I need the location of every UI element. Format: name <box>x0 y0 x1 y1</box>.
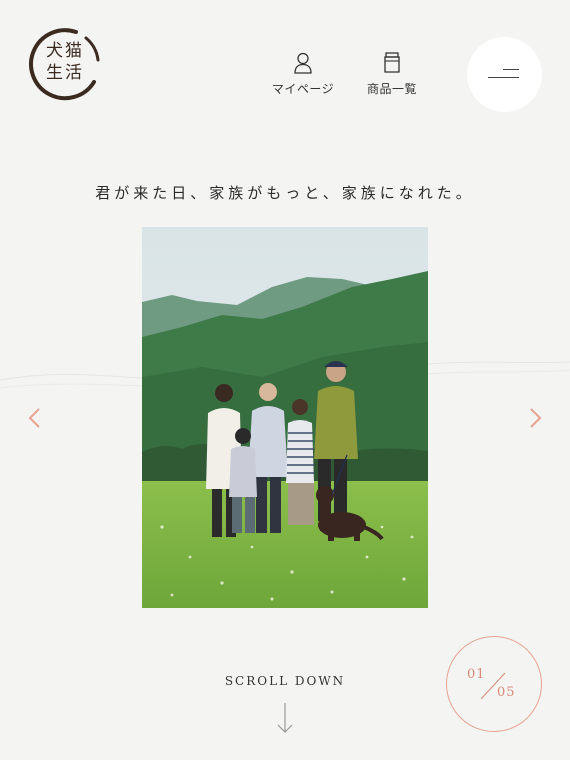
nav-products-label: 商品一覧 <box>366 82 417 96</box>
hamburger-menu-icon-line <box>488 77 519 78</box>
hamburger-menu-icon <box>503 69 519 70</box>
family-photo <box>142 227 428 608</box>
logo-text: 犬猫 生活 <box>40 40 90 84</box>
hero-tagline: 君が来た日、家族がもっと、家族になれた。 <box>95 184 475 202</box>
person-icon <box>294 52 312 74</box>
chevron-left-icon[interactable] <box>25 406 45 430</box>
nav-mypage[interactable]: マイページ <box>266 52 340 97</box>
jar-icon <box>384 52 400 73</box>
nav-mypage-label: マイページ <box>271 82 335 96</box>
arrow-down-icon[interactable] <box>276 702 294 734</box>
chevron-right-icon[interactable] <box>525 406 545 430</box>
slide-total: 05 <box>497 685 516 700</box>
logo-line-2: 生活 <box>46 63 84 83</box>
slide-counter: 01 05 <box>446 636 542 732</box>
nav-products[interactable]: 商品一覧 <box>360 52 424 97</box>
menu-button[interactable] <box>467 37 542 112</box>
hero-photo <box>142 227 428 608</box>
logo-line-1: 犬猫 <box>46 41 84 61</box>
site-logo[interactable]: 犬猫 生活 <box>24 24 104 104</box>
